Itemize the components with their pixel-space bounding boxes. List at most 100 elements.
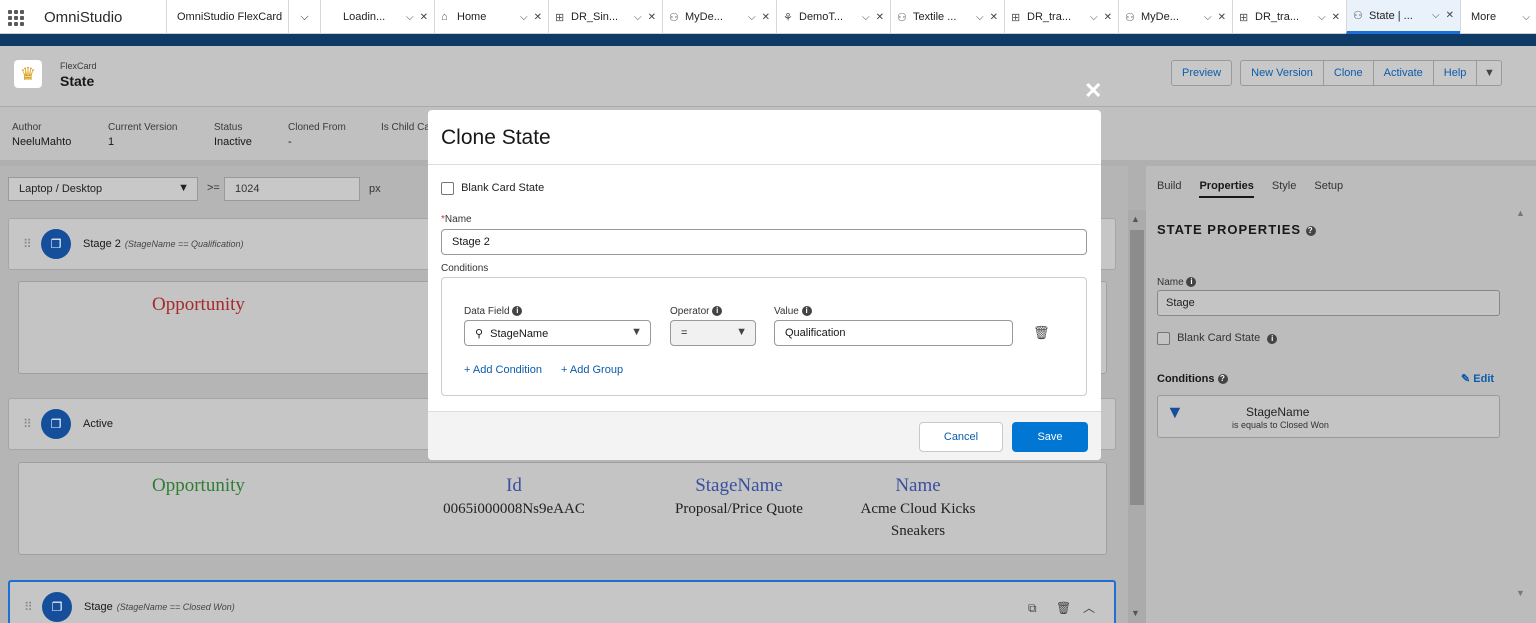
state-header-stage-selected[interactable]: ⠿ ❐ Stage (StageName == Closed Won) ⧉ 🗑 ︿: [8, 580, 1116, 623]
tab-more[interactable]: More ⌵: [1460, 0, 1536, 34]
detail-label: Cloned From: [288, 122, 346, 133]
detail-value: Inactive: [214, 136, 252, 148]
save-button[interactable]: Save: [1012, 422, 1088, 452]
preview-button[interactable]: Preview: [1171, 60, 1233, 86]
close-icon[interactable]: ✕: [648, 12, 656, 23]
add-group-link[interactable]: + Add Group: [561, 364, 623, 376]
tab-myde-2[interactable]: ⚇ MyDe... ⌵ ✕: [1118, 0, 1232, 34]
column-header: StageName: [695, 475, 783, 496]
chevron-down-icon[interactable]: ⌵: [1090, 12, 1098, 23]
panel-scroll-down-icon[interactable]: ▼: [1516, 588, 1525, 598]
clone-button[interactable]: Clone: [1322, 60, 1374, 86]
activate-button[interactable]: Activate: [1372, 60, 1434, 86]
tab-properties[interactable]: Properties: [1199, 180, 1254, 198]
more-label: More: [1471, 11, 1497, 23]
tab-label: OmniStudio FlexCards: [177, 11, 282, 23]
delete-icon[interactable]: 🗑: [1033, 325, 1050, 341]
state-name: Stage 2 (StageName == Qualification): [83, 238, 244, 250]
operator-label: Operator i: [670, 306, 723, 317]
tab-home[interactable]: ⌂ Home ⌵ ✕: [434, 0, 548, 34]
flexcard-icon: ⚇: [669, 11, 679, 24]
tab-menu-chevron[interactable]: ⌵: [288, 0, 320, 34]
chevron-down-icon[interactable]: ⌵: [1204, 12, 1212, 23]
app-tab-bar: OmniStudio OmniStudio FlexCards ⌵ Loadin…: [0, 0, 1536, 34]
app-launcher-icon[interactable]: [8, 10, 24, 26]
state-icon: ❐: [41, 409, 71, 439]
drag-handle-icon[interactable]: ⠿: [23, 417, 32, 431]
close-icon[interactable]: ✕: [1332, 12, 1340, 23]
name-input[interactable]: Stage 2: [441, 229, 1087, 255]
tab-dr-tra-1[interactable]: ⊞ DR_tra... ⌵ ✕: [1004, 0, 1118, 34]
checkbox-icon[interactable]: [441, 182, 454, 195]
hierarchy-icon: ⚘: [783, 11, 793, 24]
blank-card-state-checkbox[interactable]: Blank Card State i: [1157, 332, 1278, 345]
checkbox-icon[interactable]: [1157, 332, 1170, 345]
tab-loading[interactable]: Loadin... ⌵ ✕: [320, 0, 434, 34]
help-button[interactable]: Help: [1432, 60, 1478, 86]
close-icon[interactable]: ✕: [1446, 10, 1454, 21]
close-modal-icon[interactable]: ✕: [1084, 78, 1102, 104]
chevron-down-icon: ▼: [1483, 67, 1495, 79]
close-icon[interactable]: ✕: [1218, 12, 1226, 23]
state-name-input[interactable]: Stage: [1157, 290, 1500, 316]
value-input[interactable]: Qualification: [774, 320, 1013, 346]
scroll-down-icon[interactable]: ▼: [1131, 608, 1140, 618]
tab-label: State | ...: [1369, 9, 1413, 22]
viewport-operator: >=: [207, 182, 220, 194]
card-column-stagename: StageName Proposal/Price Quote: [659, 475, 819, 518]
tab-dr-tra-2[interactable]: ⊞ DR_tra... ⌵ ✕: [1232, 0, 1346, 34]
drag-handle-icon[interactable]: ⠿: [23, 237, 32, 251]
tab-textile[interactable]: ⚇ Textile ... ⌵ ✕: [890, 0, 1004, 34]
chevron-down-icon[interactable]: ⌵: [1318, 12, 1326, 23]
chevron-down-icon[interactable]: ⌵: [862, 12, 870, 23]
close-icon[interactable]: ✕: [534, 12, 542, 23]
new-version-button[interactable]: New Version: [1240, 60, 1324, 86]
chevron-down-icon[interactable]: ⌵: [406, 12, 414, 23]
drag-handle-icon[interactable]: ⠿: [24, 600, 33, 614]
data-field-combobox[interactable]: ⚲ StageName ▼: [464, 320, 651, 346]
operator-select[interactable]: = ▼: [670, 320, 756, 346]
dataraptor-icon: ⊞: [555, 11, 565, 24]
clone-icon[interactable]: ⧉: [1028, 601, 1037, 616]
detail-value: NeeluMahto: [12, 136, 72, 148]
state-icon: ❐: [42, 592, 72, 622]
chevron-down-icon[interactable]: ⌵: [748, 12, 756, 23]
edit-conditions-link[interactable]: ✎ Edit: [1461, 372, 1494, 385]
tab-myde-1[interactable]: ⚇ MyDe... ⌵ ✕: [662, 0, 776, 34]
detail-label: Is Child Ca: [381, 122, 430, 133]
close-icon[interactable]: ✕: [990, 12, 998, 23]
panel-scroll-up-icon[interactable]: ▲: [1516, 208, 1525, 218]
blank-card-state-checkbox[interactable]: Blank Card State: [441, 182, 544, 195]
scrollbar-thumb[interactable]: [1130, 230, 1144, 505]
viewport-width-input[interactable]: 1024: [224, 177, 360, 201]
crown-icon: ♛: [14, 60, 42, 88]
column-value: Proposal/Price Quote: [675, 501, 803, 517]
tab-build[interactable]: Build: [1157, 180, 1181, 198]
tab-dr-sin[interactable]: ⊞ DR_Sin... ⌵ ✕: [548, 0, 662, 34]
chevron-up-icon[interactable]: ︿: [1083, 599, 1095, 616]
tab-setup[interactable]: Setup: [1314, 180, 1343, 198]
close-icon[interactable]: ✕: [762, 12, 770, 23]
more-actions-button[interactable]: ▼: [1476, 60, 1503, 86]
scroll-up-icon[interactable]: ▲: [1131, 214, 1140, 224]
tab-state-active[interactable]: ⚇ State | ... ⌵ ✕: [1346, 0, 1460, 34]
close-icon[interactable]: ✕: [876, 12, 884, 23]
panel-title: STATE PROPERTIES ?: [1157, 222, 1316, 237]
chevron-down-icon[interactable]: ⌵: [634, 12, 642, 23]
cancel-button[interactable]: Cancel: [919, 422, 1003, 452]
panel-tabs: Build Properties Style Setup: [1157, 180, 1343, 198]
global-header-band: [0, 34, 1536, 46]
chevron-down-icon[interactable]: ⌵: [976, 12, 984, 23]
chevron-down-icon[interactable]: ⌵: [520, 12, 528, 23]
tab-omnistudio-flexcards[interactable]: OmniStudio FlexCards: [166, 0, 288, 34]
chevron-down-icon[interactable]: ⌵: [1432, 10, 1440, 21]
device-select[interactable]: Laptop / Desktop ▼: [8, 177, 198, 201]
tab-style[interactable]: Style: [1272, 180, 1296, 198]
tab-demot[interactable]: ⚘ DemoT... ⌵ ✕: [776, 0, 890, 34]
close-icon[interactable]: ✕: [1104, 12, 1112, 23]
close-icon[interactable]: ✕: [420, 12, 428, 23]
column-header: Id: [506, 475, 522, 496]
conditions-group: Data Field i ⚲ StageName ▼ Operator i = …: [441, 277, 1087, 396]
add-condition-link[interactable]: + Add Condition: [464, 364, 542, 376]
delete-icon[interactable]: 🗑: [1056, 601, 1071, 615]
